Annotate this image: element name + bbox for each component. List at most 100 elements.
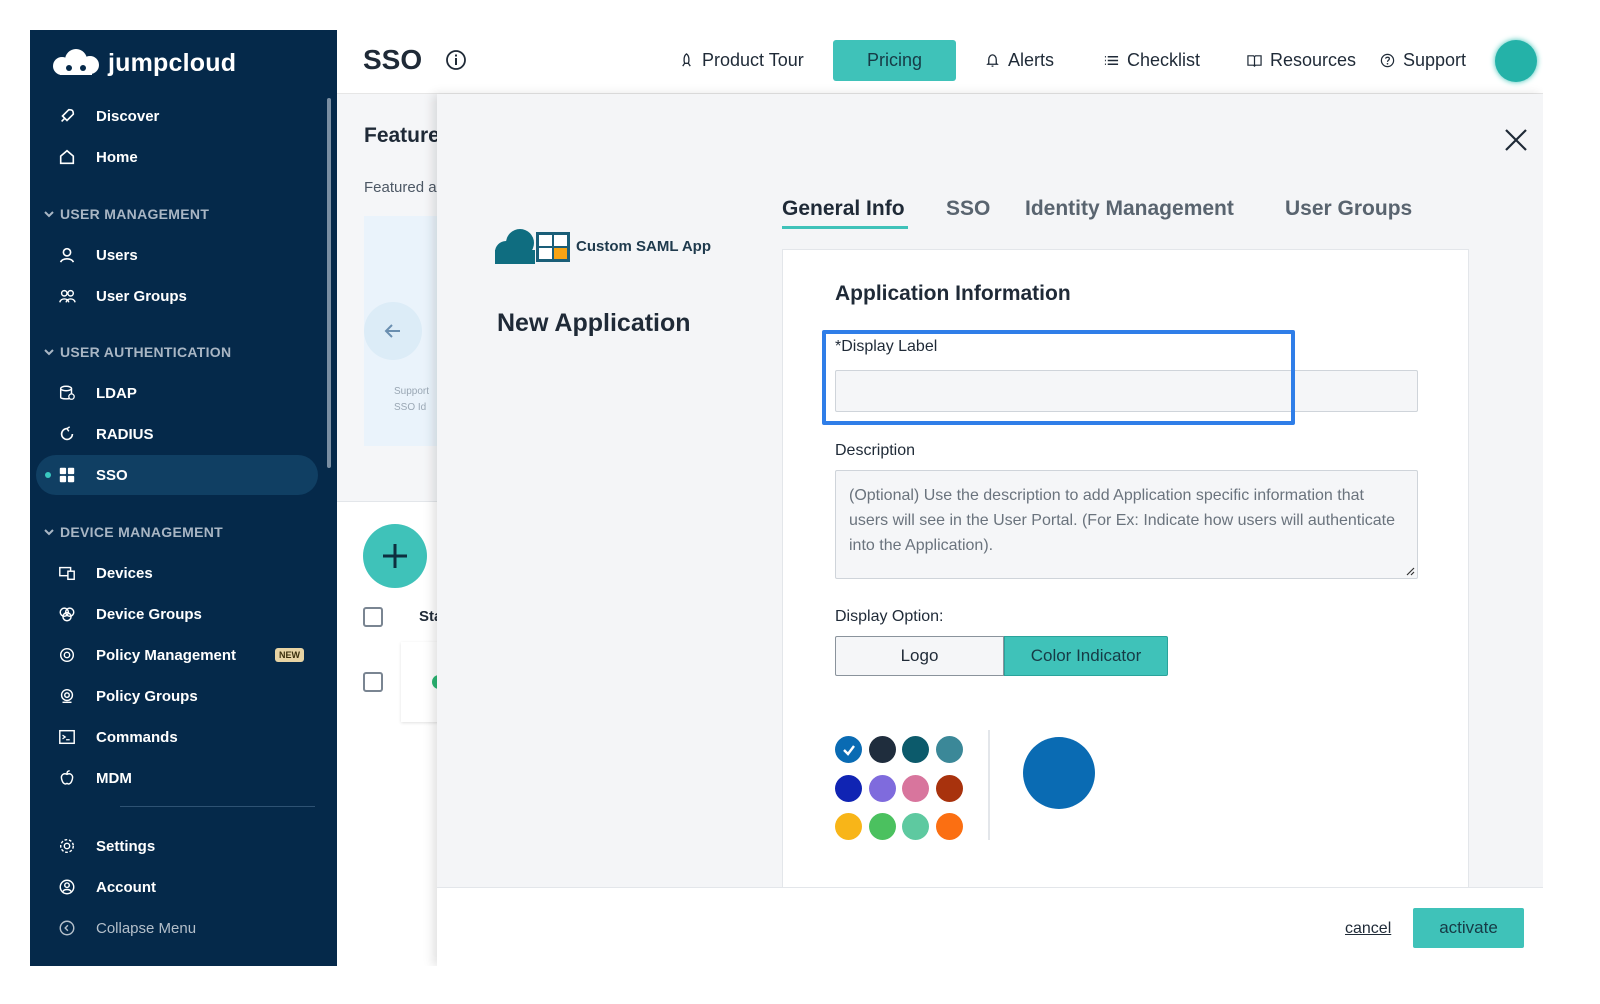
alerts-link[interactable]: Alerts	[985, 50, 1054, 71]
sidebar-item-label: MDM	[96, 769, 132, 787]
sidebar-item-label: RADIUS	[96, 425, 154, 443]
close-icon[interactable]	[1503, 127, 1529, 153]
featured-title: Feature	[364, 124, 440, 147]
tab-sso[interactable]: SSO	[946, 197, 990, 221]
policy-icon	[56, 644, 78, 666]
tab-user-groups[interactable]: User Groups	[1285, 197, 1412, 221]
sidebar-item-user-groups[interactable]: User Groups	[56, 280, 187, 312]
support-label: Support	[1403, 50, 1467, 70]
display-label-input[interactable]	[835, 370, 1418, 412]
app-window: jumpcloud Discover Home USER MANAGEMENT …	[30, 30, 1543, 966]
page-title: SSO	[363, 44, 423, 75]
color-swatch[interactable]	[902, 736, 929, 763]
devices-icon	[56, 562, 78, 584]
display-option-label: Display Option:	[835, 608, 944, 625]
activate-button[interactable]: activate	[1413, 908, 1524, 948]
info-icon[interactable]	[445, 49, 467, 71]
jumpcloud-logo[interactable]: jumpcloud	[50, 48, 236, 78]
help-icon	[1380, 53, 1395, 68]
section-title: Application Information	[835, 282, 1071, 305]
user-group-icon	[56, 285, 78, 307]
color-swatch[interactable]	[935, 736, 963, 763]
sidebar-item-commands[interactable]: Commands	[56, 721, 178, 753]
product-tour-link[interactable]: Product Tour	[679, 50, 804, 71]
sidebar-item-policy-management[interactable]: Policy Management	[56, 639, 236, 671]
color-swatch[interactable]	[935, 774, 963, 802]
sidebar-item-devices[interactable]: Devices	[56, 557, 153, 589]
color-swatch[interactable]	[835, 774, 862, 802]
add-application-button[interactable]	[363, 524, 427, 588]
sidebar-item-radius[interactable]: RADIUS	[56, 418, 154, 450]
sidebar-item-discover[interactable]: Discover	[56, 100, 159, 132]
ldap-icon	[56, 382, 78, 404]
cancel-link[interactable]: cancel	[1345, 920, 1391, 938]
sidebar-item-label: User Groups	[96, 287, 187, 305]
user-icon	[56, 244, 78, 266]
featured-card-line: Support	[394, 386, 430, 397]
tab-identity-management[interactable]: Identity Management	[1025, 197, 1234, 221]
section-device-management[interactable]: DEVICE MANAGEMENT	[44, 524, 223, 540]
avatar[interactable]	[1495, 40, 1537, 82]
sidebar-item-ldap[interactable]: LDAP	[56, 377, 137, 409]
device-group-icon	[56, 603, 78, 625]
sidebar-item-settings[interactable]: Settings	[56, 830, 155, 862]
section-title: USER MANAGEMENT	[60, 206, 210, 222]
book-icon	[1247, 55, 1262, 67]
sidebar-item-device-groups[interactable]: Device Groups	[56, 598, 202, 630]
application-info-card: Application Information *Display Label D…	[782, 249, 1469, 889]
featured-subtitle: Featured a	[364, 179, 437, 196]
display-option-logo-button[interactable]: Logo	[835, 636, 1004, 676]
bell-icon	[986, 54, 999, 67]
sidebar-item-home[interactable]: Home	[56, 141, 138, 173]
sidebar-item-label: Commands	[96, 728, 178, 746]
rocket-icon	[56, 105, 78, 127]
description-textarea[interactable]: (Optional) Use the description to add Ap…	[835, 470, 1418, 579]
row-checkbox[interactable]	[363, 672, 383, 692]
alerts-label: Alerts	[1008, 50, 1055, 70]
commands-icon	[56, 726, 78, 748]
policy-group-icon	[56, 685, 78, 707]
color-swatch[interactable]	[868, 774, 896, 802]
chevron-down-icon	[44, 211, 54, 218]
color-preview-circle	[1023, 737, 1095, 809]
section-title: USER AUTHENTICATION	[60, 344, 232, 360]
color-swatch[interactable]	[868, 736, 896, 763]
sidebar-scrollbar[interactable]	[327, 98, 331, 468]
checklist-link[interactable]: Checklist	[1104, 50, 1200, 71]
sidebar-item-sso[interactable]: SSO	[56, 459, 128, 491]
support-link[interactable]: Support	[1380, 50, 1466, 71]
color-swatch[interactable]	[935, 813, 963, 840]
section-title: DEVICE MANAGEMENT	[60, 524, 223, 540]
resize-grip-icon[interactable]	[1405, 566, 1415, 576]
checklist-label: Checklist	[1127, 50, 1201, 70]
sidebar-item-users[interactable]: Users	[56, 239, 138, 271]
sidebar: jumpcloud Discover Home USER MANAGEMENT …	[30, 30, 337, 966]
color-swatch[interactable]	[902, 774, 929, 802]
pricing-button[interactable]: Pricing	[833, 40, 956, 81]
color-swatch[interactable]	[835, 736, 862, 763]
modal-heading: New Application	[497, 309, 691, 337]
color-swatch[interactable]	[902, 813, 929, 840]
section-user-management[interactable]: USER MANAGEMENT	[44, 206, 209, 222]
swatch-divider	[988, 730, 990, 840]
sidebar-item-policy-groups[interactable]: Policy Groups	[56, 680, 198, 712]
sidebar-item-account[interactable]: Account	[56, 871, 156, 903]
apple-icon	[56, 767, 78, 789]
sidebar-item-label: SSO	[96, 466, 128, 484]
checkmark-icon	[842, 744, 855, 756]
color-swatch[interactable]	[835, 813, 862, 840]
color-swatch[interactable]	[868, 813, 896, 840]
product-tour-label: Product Tour	[702, 50, 804, 70]
chevron-down-icon	[44, 529, 54, 536]
select-all-checkbox[interactable]	[363, 607, 383, 627]
carousel-prev-button[interactable]	[364, 302, 422, 360]
collapse-menu-button[interactable]: Collapse Menu	[56, 912, 196, 944]
new-badge: NEW	[275, 648, 304, 662]
resources-link[interactable]: Resources	[1247, 50, 1356, 71]
arrow-left-icon	[384, 324, 400, 338]
sidebar-item-mdm[interactable]: MDM	[56, 762, 132, 794]
display-option-color-button[interactable]: Color Indicator	[1004, 636, 1168, 676]
tab-general-info[interactable]: General Info	[782, 197, 905, 221]
sidebar-item-label: Collapse Menu	[96, 919, 197, 937]
section-user-authentication[interactable]: USER AUTHENTICATION	[44, 344, 231, 360]
